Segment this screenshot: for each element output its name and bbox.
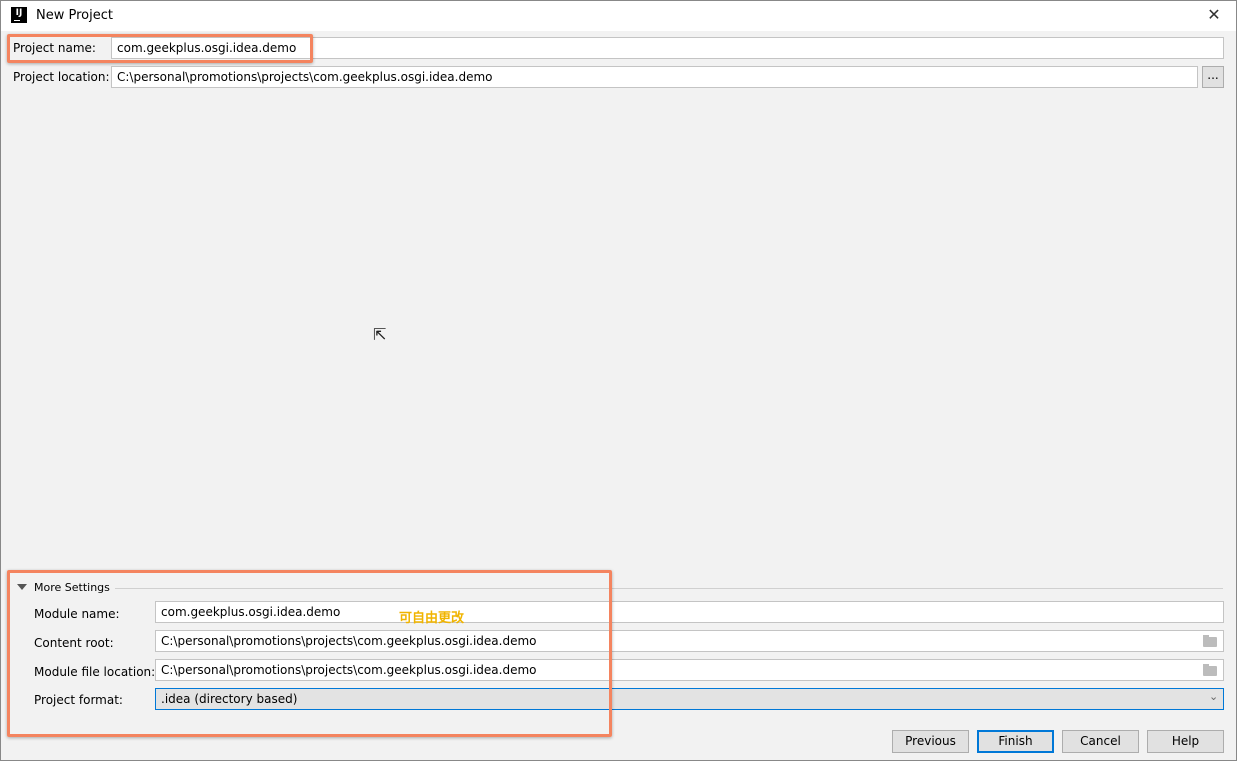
project-location-input[interactable]: C:\personal\promotions\projects\com.geek…	[111, 66, 1198, 88]
window-title: New Project	[36, 8, 113, 23]
browse-button[interactable]: ...	[1202, 66, 1224, 88]
highlight-box	[7, 570, 612, 737]
project-location-label: Project location:	[13, 70, 110, 84]
intellij-logo-icon: IJ	[11, 7, 27, 23]
previous-button[interactable]: Previous	[892, 730, 969, 753]
close-icon[interactable]: ✕	[1205, 5, 1223, 25]
folder-icon[interactable]	[1203, 664, 1217, 676]
title-bar	[1, 1, 1236, 31]
help-button[interactable]: Help	[1147, 730, 1224, 753]
chevron-down-icon[interactable]: ⌄	[1209, 690, 1218, 703]
finish-button[interactable]: Finish	[977, 730, 1054, 753]
mouse-cursor-icon: ⇱	[373, 325, 387, 344]
cancel-button[interactable]: Cancel	[1062, 730, 1139, 753]
new-project-dialog: IJ New Project ✕ Project name: com.geekp…	[0, 0, 1237, 761]
folder-icon[interactable]	[1203, 635, 1217, 647]
highlight-box	[7, 34, 313, 63]
